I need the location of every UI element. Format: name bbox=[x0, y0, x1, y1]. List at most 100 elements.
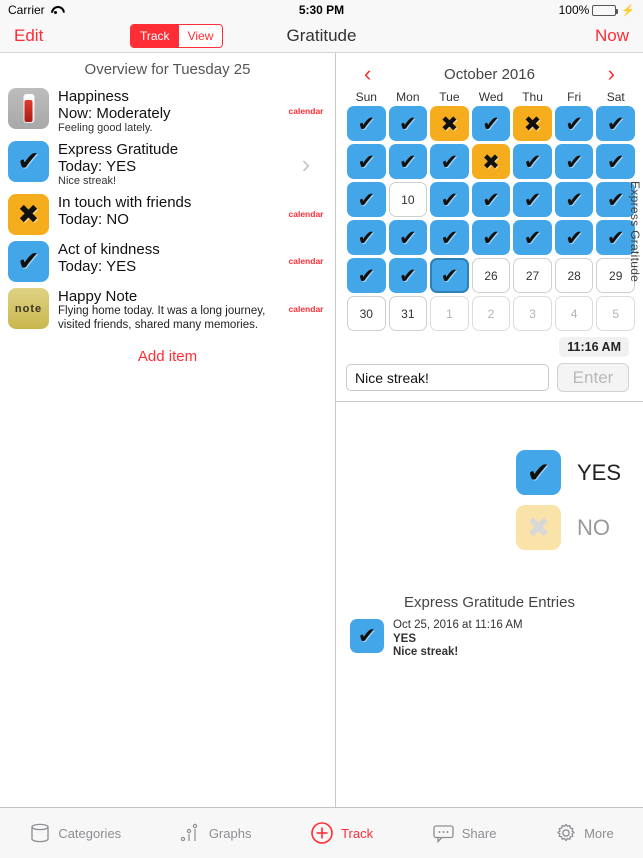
choice-yes[interactable]: ✔ YES bbox=[336, 450, 643, 495]
segment-view[interactable]: View bbox=[178, 25, 223, 47]
calendar-day-cell[interactable]: 3 bbox=[513, 296, 552, 331]
navigation-bar: Edit Track View Gratitude Now bbox=[0, 20, 643, 52]
check-glyph: ✔ bbox=[399, 225, 417, 250]
calendar-next-icon[interactable]: › bbox=[608, 63, 615, 85]
tab-track[interactable]: Track bbox=[310, 821, 373, 845]
tab-categories[interactable]: Categories bbox=[29, 823, 121, 843]
calendar-day-cell[interactable]: ✔ bbox=[388, 220, 428, 255]
note-icon[interactable]: note bbox=[8, 288, 49, 329]
calendar-day-cell[interactable]: 2 bbox=[471, 296, 511, 331]
calendar-day-cell[interactable]: ✔ bbox=[596, 106, 635, 141]
tab-share[interactable]: Share bbox=[432, 823, 496, 843]
overview-item[interactable]: Happiness Now: Moderately Feeling good lat… bbox=[0, 84, 335, 137]
add-item-button[interactable]: Add item bbox=[0, 334, 335, 365]
calendar-day-cell[interactable]: ✔ bbox=[471, 182, 511, 217]
calendar-day-cell[interactable]: ✔ bbox=[513, 220, 552, 255]
overview-item[interactable]: ✖ In touch with friends Today: NO calendar bbox=[0, 190, 335, 237]
calendar-day-cell[interactable]: 30 bbox=[347, 296, 386, 331]
tracker-vertical-label: Express Gratitude bbox=[628, 181, 642, 283]
choice-no[interactable]: ✖ NO bbox=[336, 505, 643, 550]
calendar-day-cell[interactable]: ✔ bbox=[388, 144, 428, 179]
check-glyph: ✔ bbox=[357, 187, 376, 212]
note-input[interactable] bbox=[346, 364, 549, 391]
check-icon[interactable]: ✔ bbox=[8, 241, 49, 282]
calendar-weekday: Tue bbox=[439, 90, 460, 104]
calendar-day-cell[interactable]: 31 bbox=[388, 296, 428, 331]
note-icon-label: note bbox=[14, 302, 43, 315]
calendar-day-cell[interactable]: ✔ bbox=[471, 106, 511, 141]
segment-track[interactable]: Track bbox=[131, 25, 179, 47]
calendar-day-cell[interactable]: 27 bbox=[513, 258, 552, 293]
calendar-day-cell[interactable]: ✔ bbox=[388, 258, 428, 293]
check-glyph: ✔ bbox=[440, 149, 459, 174]
overview-title: Overview for Tuesday 25 bbox=[84, 61, 251, 78]
tab-more[interactable]: More bbox=[555, 822, 614, 844]
entry-time-chip[interactable]: 11:16 AM bbox=[559, 337, 629, 357]
calendar-day-cell[interactable]: ✔ bbox=[554, 182, 594, 217]
overview-item[interactable]: ✔ Express Gratitude Today: YES Nice streak!… bbox=[0, 137, 335, 190]
calendar-day-cell[interactable]: ✔ bbox=[347, 106, 386, 141]
calendar-link[interactable]: calendar bbox=[289, 106, 324, 116]
check-glyph: ✔ bbox=[606, 149, 625, 174]
calendar-day-cell[interactable]: ✔ bbox=[430, 182, 469, 217]
calendar-day-cell[interactable]: ✔ bbox=[347, 144, 386, 179]
calendar-day-cell[interactable]: ✔ bbox=[347, 220, 386, 255]
entry-input-row: Enter bbox=[336, 357, 643, 401]
item-body: In touch with friends Today: NO bbox=[58, 192, 283, 228]
item-subtitle: Today: YES bbox=[58, 258, 137, 275]
calendar-prev-icon[interactable]: ‹ bbox=[364, 63, 371, 85]
thermometer-gauge bbox=[23, 94, 34, 123]
calendar-day-cell[interactable]: 4 bbox=[554, 296, 594, 331]
calendar-day-cell[interactable]: ✔ bbox=[554, 144, 594, 179]
calendar-day-cell[interactable]: ✔ bbox=[471, 220, 511, 255]
disclosure-chevron-icon[interactable]: › bbox=[302, 151, 311, 177]
calendar-day-cell[interactable]: ✔ bbox=[430, 220, 469, 255]
thermometer-icon[interactable] bbox=[8, 88, 49, 129]
overview-item[interactable]: ✔ Act of kindness Today: YES calendar bbox=[0, 237, 335, 284]
item-body: Act of kindness Today: YES bbox=[58, 239, 283, 275]
calendar-day-cell[interactable]: ✔ bbox=[513, 144, 552, 179]
calendar-day-cell[interactable]: ✔ bbox=[430, 144, 469, 179]
calendar-link[interactable]: calendar bbox=[289, 304, 324, 314]
calendar-day-cell[interactable]: 26 bbox=[471, 258, 511, 293]
calendar-day-cell[interactable]: ✔ bbox=[347, 258, 386, 293]
calendar-day-cell[interactable]: 5 bbox=[596, 296, 635, 331]
now-button[interactable]: Now bbox=[595, 26, 629, 46]
choice-no-label: NO bbox=[577, 514, 610, 540]
calendar-link[interactable]: calendar bbox=[289, 256, 324, 266]
calendar-day-cell[interactable]: ✖ bbox=[430, 106, 469, 141]
track-view-segmented-control[interactable]: Track View bbox=[130, 24, 224, 48]
calendar-day-cell[interactable]: ✔ bbox=[347, 182, 386, 217]
calendar-day-cell[interactable]: ✔ bbox=[513, 182, 552, 217]
calendar-day-cell[interactable]: ✔ bbox=[554, 220, 594, 255]
check-icon[interactable]: ✔ bbox=[8, 141, 49, 182]
check-glyph: ✔ bbox=[17, 146, 40, 177]
status-bar-left: Carrier bbox=[8, 3, 62, 17]
calendar-day-cell[interactable]: 1 bbox=[430, 296, 469, 331]
entry-list-item[interactable]: ✔ Oct 25, 2016 at 11:16 AM YES Nice streak! bbox=[336, 617, 643, 660]
tab-label: Categories bbox=[58, 825, 122, 841]
calendar-day-cell[interactable]: 10 bbox=[388, 182, 428, 217]
item-title: In touch with friends bbox=[58, 194, 192, 211]
overview-item-list: Happiness Now: Moderately Feeling good lat… bbox=[0, 84, 335, 334]
item-body: Happy Note Flying home today. It was a lo… bbox=[58, 286, 283, 332]
cross-icon[interactable]: ✖ bbox=[8, 194, 49, 235]
calendar-day-cell[interactable]: ✖ bbox=[513, 106, 552, 141]
calendar-day-cell[interactable]: 28 bbox=[554, 258, 594, 293]
calendar-weekday-header: Sun Mon Tue Wed Thu Fri Sat bbox=[347, 90, 635, 104]
calendar-day-cell[interactable]: ✔ bbox=[554, 106, 594, 141]
calendar-day-cell[interactable]: ✔ bbox=[596, 144, 635, 179]
item-subtitle: Today: NO bbox=[58, 211, 129, 228]
enter-button[interactable]: Enter bbox=[557, 363, 629, 392]
edit-button[interactable]: Edit bbox=[14, 26, 43, 46]
calendar-link[interactable]: calendar bbox=[289, 209, 324, 219]
calendar-day-cell[interactable]: ✔ bbox=[388, 106, 428, 141]
calendar-day-cell[interactable]: ✔ bbox=[430, 258, 469, 293]
tab-graphs[interactable]: Graphs bbox=[180, 823, 251, 843]
item-title: Act of kindness bbox=[58, 241, 160, 258]
check-glyph: ✔ bbox=[357, 149, 376, 174]
box-icon bbox=[29, 823, 51, 843]
calendar-day-cell[interactable]: ✖ bbox=[471, 144, 511, 179]
tab-label: More bbox=[584, 825, 614, 841]
overview-item[interactable]: note Happy Note Flying home today. It was … bbox=[0, 284, 335, 334]
